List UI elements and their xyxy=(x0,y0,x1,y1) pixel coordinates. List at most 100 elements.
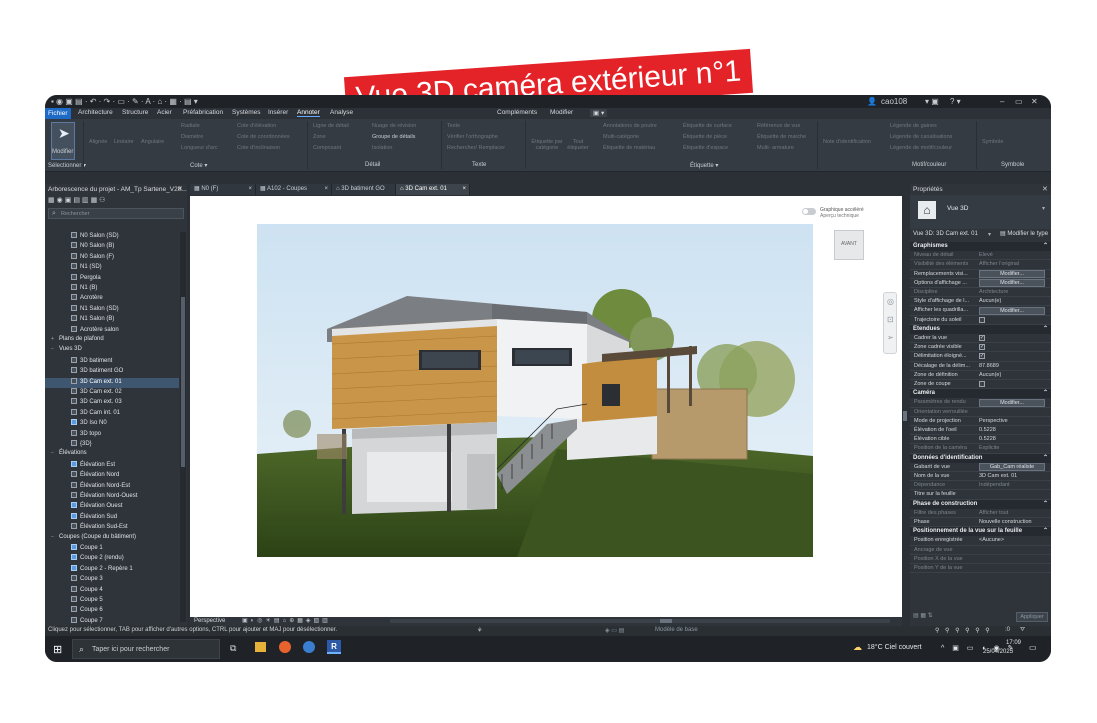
spelling-tool[interactable]: Vérifier l'orthographe xyxy=(447,134,498,140)
tree-item[interactable]: Élévation Sud xyxy=(45,512,179,523)
quick-access-toolbar[interactable]: ▪ ◉ ▣ ▤ · ↶ · ↷ · ▭ · ✎ · A · ⌂ · ▦ · ▤ … xyxy=(51,97,198,106)
task-view-icon[interactable]: ⧉ xyxy=(230,643,236,654)
property-value[interactable]: Architecture xyxy=(979,289,1008,295)
tree-item[interactable]: {3D} xyxy=(45,440,179,450)
keynote-tool[interactable]: Note d'identification xyxy=(823,139,871,145)
tread-number-tool[interactable]: Étiquette de marche xyxy=(757,134,806,140)
multi-category-tool[interactable]: Multi-catégorie xyxy=(603,134,639,140)
property-group-header[interactable]: Caméra ⌃ xyxy=(910,389,1051,399)
menu-analyse[interactable]: Analyse xyxy=(330,109,353,116)
tree-item[interactable]: N1 (SD) xyxy=(45,263,179,273)
tree-scrollbar[interactable] xyxy=(180,232,186,622)
maximize-button[interactable]: ▭ xyxy=(1015,97,1023,106)
tree-item[interactable]: N1 (B) xyxy=(45,284,179,294)
tree-item[interactable]: N1 Salon (SD) xyxy=(45,304,179,315)
view-control-icons[interactable]: ▣◐◎☀▤⌂⊕▦◈▧▥ xyxy=(242,617,331,624)
menu-prefabrication[interactable]: Préfabrication xyxy=(183,109,223,116)
collapse-icon[interactable]: ⌃ xyxy=(1043,454,1048,463)
room-tag-tool[interactable]: Étiquette de pièce xyxy=(683,134,727,140)
property-value[interactable]: 3D Cam ext. 01 xyxy=(979,473,1017,479)
duct-legend-tool[interactable]: Légende de gaines xyxy=(890,123,937,129)
tree-item[interactable]: 3D batiment xyxy=(45,356,179,367)
property-group-header[interactable]: Phase de construction ⌃ xyxy=(910,499,1051,509)
tree-item[interactable]: 3D Cam ext. 03 xyxy=(45,398,179,408)
firefox-icon[interactable] xyxy=(279,641,291,653)
properties-help-icons[interactable]: ▤ ▦ ⇅ xyxy=(913,612,933,619)
radial-dimension-tool[interactable]: Radiale xyxy=(181,123,200,129)
pipe-legend-tool[interactable]: Légende de canalisations xyxy=(890,134,952,140)
3d-viewport[interactable]: Graphique accéléré Aperçu technique AVAN… xyxy=(190,196,902,622)
tree-item[interactable]: Coupe 5 xyxy=(45,596,179,606)
collapse-icon[interactable]: ⌃ xyxy=(1043,325,1048,334)
menu-inserer[interactable]: Insérer xyxy=(268,109,288,116)
property-group-header[interactable]: Données d'identification ⌃ xyxy=(910,453,1051,463)
tab-3d-cam-ext-01[interactable]: ⌂ 3D Cam ext. 01 × xyxy=(396,184,470,195)
zoom-icon[interactable]: ⊡ xyxy=(887,315,894,324)
taskbar-search[interactable]: ⌕ Taper ici pour rechercher xyxy=(72,639,220,659)
expand-toggle-icon[interactable]: − xyxy=(51,346,59,352)
view-reference-tool[interactable]: Référence de vue xyxy=(757,123,800,129)
property-group-header[interactable]: Positionnement de la vue sur la feuille ⌃ xyxy=(910,527,1051,537)
browser-toolbar-icons[interactable]: ▦◉▣▤▥▦⚇ xyxy=(48,196,107,204)
detail-line-tool[interactable]: Ligne de détail xyxy=(313,123,349,129)
multi-rebar-tool[interactable]: Multi- armature xyxy=(757,145,794,151)
property-value[interactable]: 0.5228 xyxy=(979,436,996,442)
tree-item[interactable]: Coupe 4 xyxy=(45,585,179,596)
tab-close-icon[interactable]: × xyxy=(248,184,252,195)
property-value[interactable]: Aucun(e) xyxy=(979,372,1001,378)
tree-item[interactable]: Élévation Nord-Ouest xyxy=(45,492,179,502)
property-value[interactable]: Afficher l'original xyxy=(979,261,1019,267)
find-replace-tool[interactable]: Rechercher/ Remplacer xyxy=(447,145,505,151)
property-value[interactable]: Afficher tout xyxy=(979,510,1008,516)
property-value[interactable]: <Aucune> xyxy=(979,537,1004,543)
menu-fichier[interactable]: Fichier xyxy=(45,108,71,119)
browser-icon[interactable] xyxy=(303,641,315,653)
tree-item[interactable]: N1 Salon (B) xyxy=(45,315,179,325)
collapse-icon[interactable]: ⌃ xyxy=(1043,242,1048,251)
design-option[interactable]: Modèle de base xyxy=(655,627,698,633)
tree-item[interactable]: Acrotère xyxy=(45,294,179,304)
tab-close-icon[interactable]: × xyxy=(324,184,328,195)
beam-annotation-tool[interactable]: Annotations de poutre xyxy=(603,123,657,129)
projection-label[interactable]: Perspective xyxy=(194,618,225,624)
notification-icon[interactable]: ▭ xyxy=(1029,643,1037,652)
diameter-dimension-tool[interactable]: Diamètre xyxy=(181,134,203,140)
property-value[interactable]: Nouvelle construction xyxy=(979,519,1032,525)
revision-cloud-tool[interactable]: Nuage de révision xyxy=(372,123,416,129)
spot-coordinate-tool[interactable]: Cote de coordonnées xyxy=(237,134,290,140)
selection-filter-icons[interactable]: ⚲ ⚲ ⚲ ⚲ ⚲ ⚲ xyxy=(935,627,992,634)
aligned-dimension-tool[interactable]: Alignée xyxy=(89,139,107,145)
tab-a102-coupes[interactable]: ▦ A102 - Coupes × xyxy=(256,184,332,195)
tree-item[interactable]: Élévation Ouest xyxy=(45,502,179,512)
property-edit-button[interactable]: Gab_Cam réaliste xyxy=(979,463,1045,472)
tree-item[interactable]: 3D Iso N0 xyxy=(45,419,179,429)
arc-length-tool[interactable]: Longueur d'arc xyxy=(181,145,218,151)
property-checkbox[interactable]: ✓ xyxy=(979,344,985,351)
tree-item[interactable]: N0 Salon (F) xyxy=(45,252,179,263)
weather-text[interactable]: 18°C Ciel couvert xyxy=(867,644,922,651)
tag-by-category-tool[interactable]: Étiquette par catégorie xyxy=(529,139,565,151)
tree-item[interactable]: Élévation Nord-Est xyxy=(45,481,179,492)
symbol-tool[interactable]: Symbole xyxy=(982,139,1003,145)
modify-tool[interactable]: ➤ Modifier xyxy=(51,122,75,160)
property-value[interactable]: 87.8689 xyxy=(979,363,999,369)
fly-icon[interactable]: ➢ xyxy=(887,333,894,342)
tree-item[interactable]: Pergola xyxy=(45,273,179,284)
property-value[interactable]: 0.5228 xyxy=(979,427,996,433)
close-icon[interactable]: ✕ xyxy=(1042,185,1048,193)
group-cote[interactable]: Cote ▾ xyxy=(190,162,207,169)
search-input[interactable]: ⌕ Rechercher xyxy=(48,208,184,219)
property-edit-button[interactable]: Modifier... xyxy=(979,306,1045,315)
cart-icon[interactable]: ▾ ▣ xyxy=(925,97,939,106)
angular-dimension-tool[interactable]: Angulaire xyxy=(141,139,164,145)
group-etiquette[interactable]: Étiquette ▾ xyxy=(690,162,718,169)
spot-slope-tool[interactable]: Cote d'inclinaison xyxy=(237,145,280,151)
tree-item[interactable]: 3D batiment GO xyxy=(45,367,179,377)
insulation-tool[interactable]: Isolation xyxy=(372,145,393,151)
tree-item[interactable]: Coupe 2 (rendu) xyxy=(45,554,179,564)
property-checkbox[interactable]: ✓ xyxy=(979,353,985,360)
tree-item[interactable]: N0 Salon (B) xyxy=(45,242,179,252)
property-edit-button[interactable]: Modifier... xyxy=(979,270,1045,279)
collapse-icon[interactable]: ⌃ xyxy=(1043,527,1048,536)
tree-item[interactable]: Coupe 6 xyxy=(45,606,179,616)
